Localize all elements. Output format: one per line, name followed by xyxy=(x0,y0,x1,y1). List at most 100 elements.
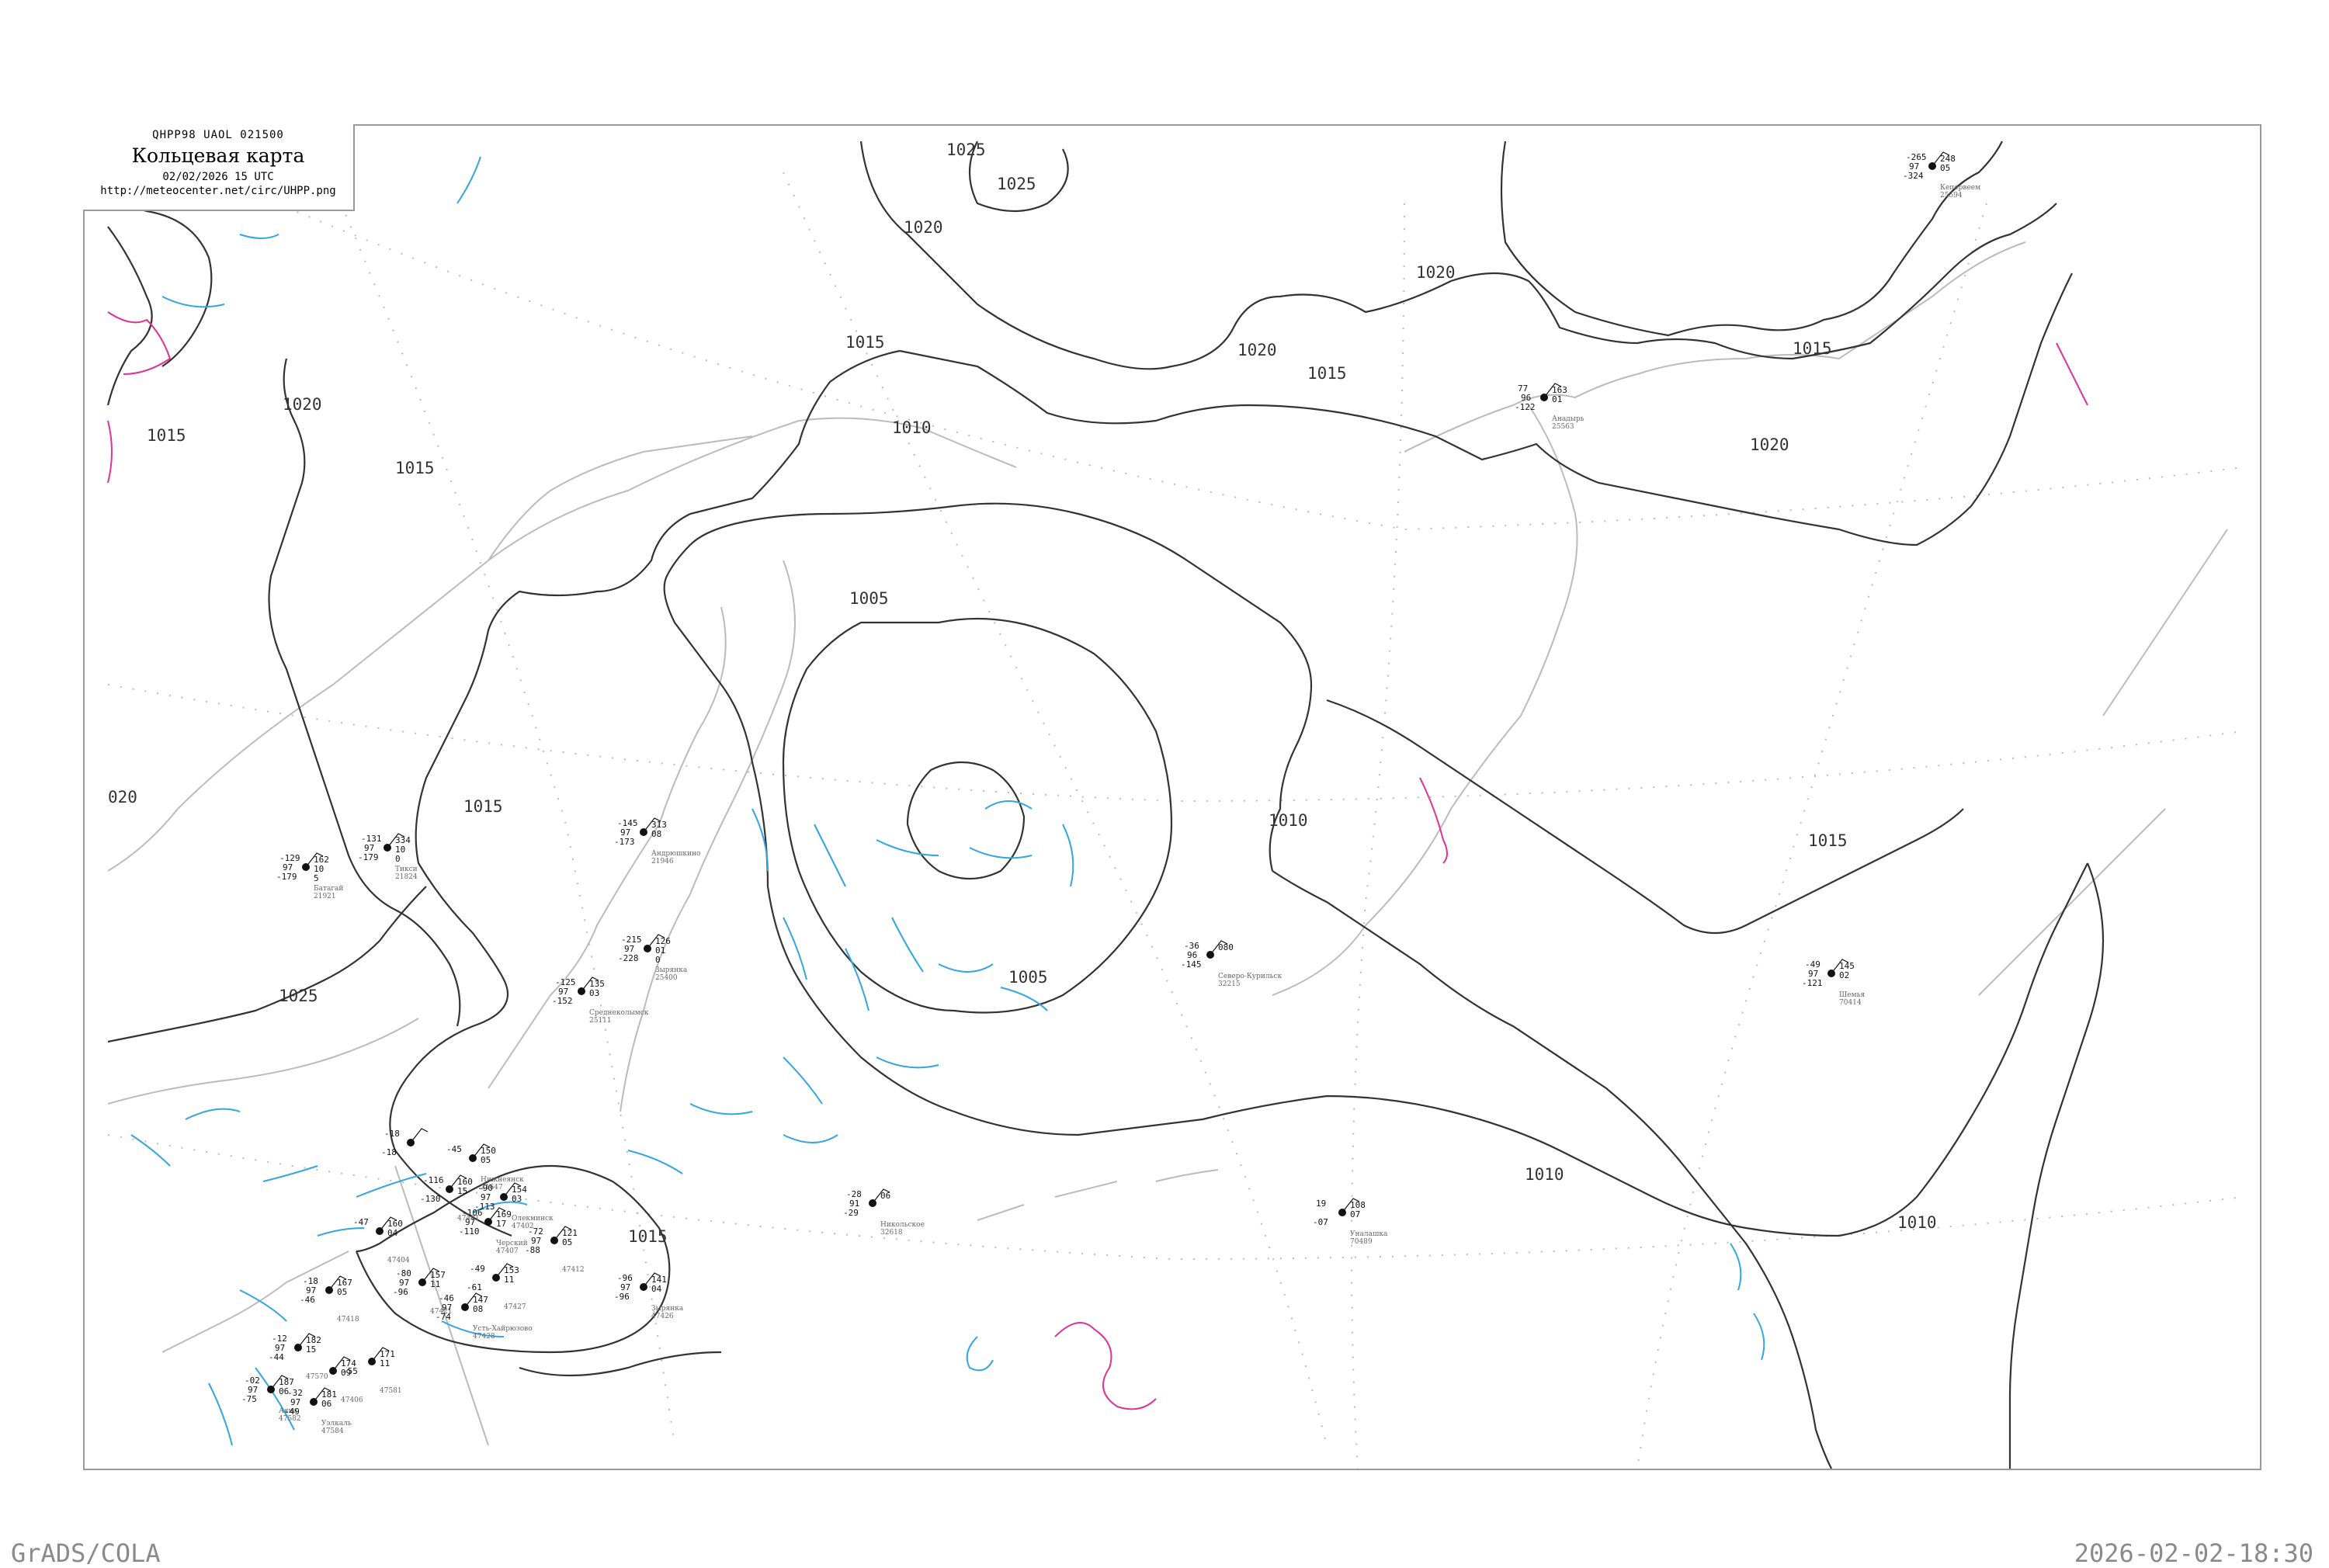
station-id: 47428 xyxy=(473,1333,495,1341)
isotherm-cold-22 xyxy=(317,1227,365,1237)
isobar-label: 1010 xyxy=(1525,1165,1564,1184)
station-tendency: 05 xyxy=(1940,163,1950,173)
isotherm-cold-17 xyxy=(185,1108,241,1120)
station-dewpoint: -179 xyxy=(276,872,297,882)
isotherm-cold-18 xyxy=(130,1134,171,1167)
station-id: 25111 xyxy=(589,1017,612,1025)
coastline-alaska xyxy=(1978,808,2166,996)
isobar-label: 1020 xyxy=(283,395,322,414)
station-pressure: 06 xyxy=(880,1191,890,1201)
isotherm-cold-19 xyxy=(262,1165,318,1182)
station-id: 47418 xyxy=(337,1316,359,1323)
map-url: http://meteocenter.net/circ/UHPP.png xyxy=(100,185,336,197)
station-id: 47406 xyxy=(341,1396,363,1404)
station-dewpoint: -29 xyxy=(843,1208,859,1218)
isobar-1025-northeast xyxy=(1500,140,2003,337)
isotherm-cold-11 xyxy=(1000,987,1048,1011)
isobar-label: 1005 xyxy=(1008,968,1048,987)
isobar-1005 xyxy=(782,617,1173,1014)
isobar-label: 020 xyxy=(108,788,137,807)
isotherm-cold-16 xyxy=(783,1134,838,1143)
isotherm-cold-6 xyxy=(1062,824,1074,887)
coastline-alaska-2 xyxy=(2102,529,2228,716)
coastline-aleutian-2 xyxy=(1054,1181,1118,1198)
station-dewpoint: -110 xyxy=(459,1226,480,1237)
grid-meridian-2 xyxy=(783,172,1328,1446)
isobar-label: 1010 xyxy=(1897,1213,1937,1232)
isobar-1015-cont xyxy=(519,1351,722,1377)
station-id: 47427 xyxy=(504,1303,526,1311)
isobar-label: 1010 xyxy=(892,418,932,437)
station-name: Среднеколымск xyxy=(589,1009,649,1017)
station-id: 25400 xyxy=(655,974,678,982)
isobar-1015-east xyxy=(1326,699,1964,935)
station-dewpoint: -74 xyxy=(436,1312,451,1322)
isobar-1010-southeast xyxy=(1272,862,2105,1469)
station-dewpoint: -07 xyxy=(1313,1217,1328,1227)
station-tendency: 09 xyxy=(341,1368,351,1378)
station-id: 47401 xyxy=(457,1215,480,1223)
station-id: 25563 xyxy=(1552,423,1574,431)
station-cloud: 5 xyxy=(314,873,319,883)
station-dewpoint: -44 xyxy=(269,1352,284,1362)
station-dewpoint: -18 xyxy=(381,1147,397,1157)
isotherm-cold-4 xyxy=(969,847,1033,859)
isobar-label: 1015 xyxy=(147,426,186,445)
isobar-1010 xyxy=(663,502,2088,1237)
station-id: 25594 xyxy=(1940,192,1963,199)
station-dewpoint: -61 xyxy=(467,1282,482,1292)
station-temperature: -47 xyxy=(353,1217,369,1227)
map-title: Кольцевая карта xyxy=(131,144,305,167)
station-name: Уналашка xyxy=(1350,1230,1388,1238)
isobar-label: 1025 xyxy=(946,140,986,159)
station-name: Никольское xyxy=(880,1221,925,1229)
station-tendency: 02 xyxy=(1839,970,1849,980)
isobar-1000 xyxy=(906,761,1026,880)
isobar-label: 1015 xyxy=(463,797,503,816)
isotherm-cold-27 xyxy=(966,1336,994,1372)
station-tendency: 03 xyxy=(589,988,599,998)
station-temperature: -18 xyxy=(384,1129,400,1139)
coastline-east-siberia xyxy=(107,417,1017,872)
station-temperature: -45 xyxy=(446,1144,462,1154)
coastline-okhotsk xyxy=(107,1018,419,1105)
map-date: 02/02/2026 15 UTC xyxy=(162,171,274,183)
isotherm-warm-4 xyxy=(2056,342,2088,406)
station-dewpoint: -75 xyxy=(241,1394,257,1404)
coastline-aleutian-3 xyxy=(1155,1169,1219,1182)
station-id: 21824 xyxy=(395,873,418,881)
isobar-label: 1015 xyxy=(1793,339,1832,358)
station-id: 47570 xyxy=(306,1373,328,1381)
isotherm-cold-13 xyxy=(783,1056,823,1105)
isobar-1020-north xyxy=(859,140,2057,370)
coastline-laptev xyxy=(488,435,753,561)
station-id: 47581 xyxy=(380,1387,402,1395)
footer-software-label: GrADS/COLA xyxy=(11,1539,161,1568)
station-name: Батагай xyxy=(314,885,343,893)
isobar-label: 1010 xyxy=(1269,811,1308,830)
isotherm-cold-24 xyxy=(208,1382,233,1446)
station-tendency: 15 xyxy=(457,1186,467,1196)
isotherm-cold-30 xyxy=(456,156,481,204)
isotherm-cold-32 xyxy=(161,296,225,308)
station-tendency: 11 xyxy=(380,1358,390,1369)
grid-parallel-1 xyxy=(107,684,2244,803)
isobar-label: 1025 xyxy=(997,175,1036,193)
station-cloud: 0 xyxy=(655,955,661,965)
station-tendency: 15 xyxy=(306,1344,316,1355)
isotherm-cold-23 xyxy=(239,1289,287,1322)
bulletin-code: QHPP98 UAOL 021500 xyxy=(152,129,284,141)
station-dewpoint: -152 xyxy=(552,996,573,1006)
footer-timestamp: 2026-02-02-18:30 xyxy=(2074,1539,2313,1568)
station-dewpoint: -46 xyxy=(300,1295,315,1305)
station-dewpoint: -121 xyxy=(1802,978,1823,988)
isobar-label: 1020 xyxy=(1750,435,1789,454)
isotherm-cold-14 xyxy=(689,1103,753,1115)
isotherm-cold-29 xyxy=(1753,1313,1765,1361)
station-id: 47584 xyxy=(321,1428,344,1435)
isotherm-warm-2 xyxy=(107,420,113,484)
station-temperature: -49 xyxy=(470,1264,485,1274)
station-name: Олекминск xyxy=(512,1215,554,1223)
station-dewpoint: -96 xyxy=(393,1287,408,1297)
isotherm-cold-28 xyxy=(1730,1243,1742,1291)
